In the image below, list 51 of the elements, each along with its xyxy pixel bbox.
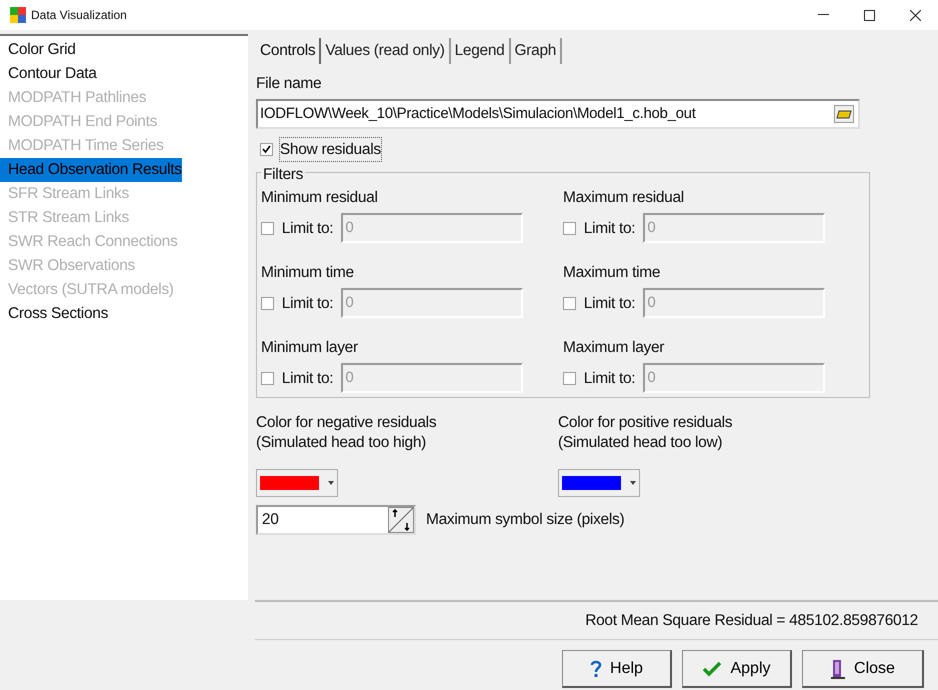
- filter-label: Minimum residual: [261, 188, 379, 208]
- checkbox[interactable]: [563, 372, 576, 385]
- door-icon: [830, 658, 846, 678]
- status-text: Root Mean Square Residual = 485102.859876012: [585, 610, 918, 631]
- checkbox[interactable]: [563, 222, 576, 235]
- field-label: File name: [256, 74, 322, 94]
- field-label: Maximum symbol size (pixels): [426, 510, 624, 530]
- color-label: Color for positive residuals (Simulated head too low): [558, 413, 734, 454]
- sidebar-item[interactable]: Head Observation Results: [0, 158, 182, 182]
- dialog-button[interactable]: Close: [802, 650, 924, 688]
- maximize-icon[interactable]: [864, 10, 874, 20]
- check-icon: [702, 660, 722, 676]
- checkbox[interactable]: [563, 296, 576, 310]
- filter-label: Maximum residual: [563, 188, 685, 208]
- checkbox-label[interactable]: Limit to:: [282, 216, 334, 240]
- file-name-field[interactable]: IODFLOW\Week_10\Practice\Models\Simulacion\Model1_c.hob_out: [256, 98, 860, 129]
- help-icon: [590, 660, 602, 678]
- checkbox[interactable]: [261, 296, 274, 310]
- checkbox-label[interactable]: Limit to:: [282, 292, 334, 315]
- close-icon[interactable]: [910, 10, 920, 20]
- app-icon: [10, 7, 26, 23]
- filter-label: Maximum time: [563, 263, 662, 284]
- dialog-button[interactable]: Apply: [682, 650, 792, 688]
- sidebar-item[interactable]: Cross Sections: [0, 302, 108, 326]
- spin-field[interactable]: 20: [256, 504, 416, 535]
- filter-label: Minimum time: [261, 263, 355, 284]
- caret-icon[interactable]: [629, 480, 636, 486]
- checkbox-label[interactable]: Limit to:: [584, 366, 636, 390]
- filter-label: Minimum layer: [261, 338, 359, 358]
- checkbox-label[interactable]: Show residuals: [278, 136, 382, 162]
- spin-icon[interactable]: [388, 506, 414, 533]
- minimize-icon[interactable]: [818, 14, 828, 16]
- color-picker[interactable]: [256, 468, 338, 497]
- checkbox[interactable]: [261, 222, 274, 235]
- tab[interactable]: Values (read only): [321, 38, 451, 64]
- folder-icon[interactable]: [834, 104, 854, 123]
- dialog-button[interactable]: Help: [562, 650, 672, 688]
- checkbox-label[interactable]: Limit to:: [282, 366, 334, 390]
- filter-label: Maximum layer: [563, 338, 666, 358]
- checkbox[interactable]: [260, 142, 273, 156]
- checkbox-label[interactable]: Limit to:: [584, 216, 636, 240]
- checkbox[interactable]: [261, 372, 274, 385]
- color-picker[interactable]: [558, 468, 640, 497]
- sidebar-item[interactable]: Color Grid: [0, 38, 76, 62]
- window-title: Data Visualization: [31, 7, 127, 24]
- tab[interactable]: Graph: [510, 38, 562, 64]
- color-label: Color for negative residuals (Simulated head too high): [256, 413, 438, 454]
- caret-icon[interactable]: [327, 480, 334, 486]
- checkbox-label[interactable]: Limit to:: [584, 292, 636, 315]
- sidebar-item[interactable]: Contour Data: [0, 62, 97, 86]
- tab[interactable]: Legend: [450, 38, 511, 64]
